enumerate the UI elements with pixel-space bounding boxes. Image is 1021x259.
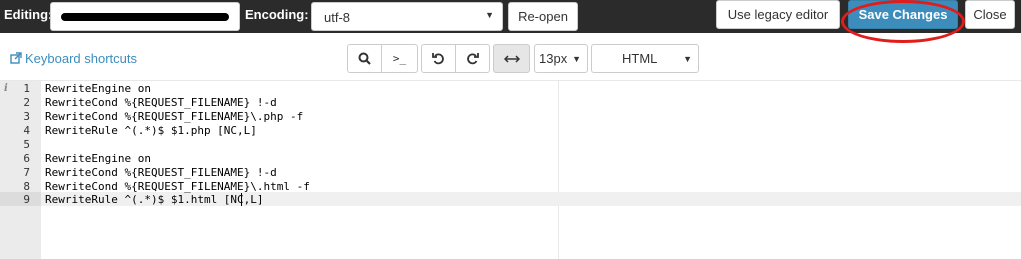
code-line[interactable]: 6 RewriteEngine on <box>0 152 1021 166</box>
undo-icon <box>432 53 444 65</box>
redacted-path-scribble <box>61 13 229 21</box>
line-number: 7 <box>23 166 30 179</box>
keyboard-shortcuts-link[interactable]: Keyboard shortcuts <box>10 51 137 66</box>
search-icon <box>358 52 371 65</box>
code-editor[interactable]: i 1 RewriteEngine on 2 RewriteCond %{REQUE… <box>0 80 1021 259</box>
keyboard-shortcuts-label: Keyboard shortcuts <box>25 51 138 66</box>
horizontal-arrows-icon <box>503 54 520 63</box>
code-line[interactable]: 8 RewriteCond %{REQUEST_FILENAME}\.html -… <box>0 180 1021 194</box>
code-line[interactable]: 1 RewriteEngine on <box>0 82 1021 96</box>
code-line[interactable]: 5 <box>0 138 1021 152</box>
external-link-icon <box>10 52 22 64</box>
line-text: RewriteEngine on <box>45 82 151 95</box>
line-text: RewriteRule ^(.*)$ $1.html [NC,L] <box>45 193 264 206</box>
code-line[interactable]: 9 RewriteRule ^(.*)$ $1.html [NC,L] <box>0 193 1021 207</box>
line-number: 3 <box>23 110 30 123</box>
code-line[interactable]: 4 RewriteRule ^(.*)$ $1.php [NC,L] <box>0 124 1021 138</box>
line-number: 1 <box>23 82 30 95</box>
chevron-down-icon: ▼ <box>683 53 692 64</box>
line-text: RewriteCond %{REQUEST_FILENAME} !-d <box>45 96 277 109</box>
chevron-down-icon: ▼ <box>485 10 494 20</box>
code-line[interactable]: 2 RewriteCond %{REQUEST_FILENAME} !-d <box>0 96 1021 110</box>
font-size-select[interactable]: 13px ▼ <box>534 44 588 73</box>
code-line[interactable]: 7 RewriteCond %{REQUEST_FILENAME} !-d <box>0 166 1021 180</box>
word-wrap-toggle[interactable] <box>493 44 530 73</box>
editing-label: Editing: <box>4 7 53 22</box>
line-text: RewriteCond %{REQUEST_FILENAME} !-d <box>45 166 277 179</box>
search-button[interactable] <box>347 44 382 73</box>
line-text: RewriteCond %{REQUEST_FILENAME}\.html -f <box>45 180 310 193</box>
encoding-value: utf-8 <box>324 10 351 25</box>
line-text: RewriteCond %{REQUEST_FILENAME}\.php -f <box>45 110 304 123</box>
encoding-select[interactable]: utf-8 ▼ <box>311 2 503 31</box>
code-line[interactable]: 3 RewriteCond %{REQUEST_FILENAME}\.php -f <box>0 110 1021 124</box>
file-path-field <box>50 2 240 31</box>
line-number: 4 <box>23 124 30 137</box>
redo-icon <box>467 53 479 65</box>
text-cursor <box>241 193 242 206</box>
line-number: 9 <box>23 193 30 206</box>
terminal-icon: >_ <box>392 52 407 65</box>
undo-button[interactable] <box>421 44 456 73</box>
line-text: RewriteEngine on <box>45 152 151 165</box>
redo-button[interactable] <box>455 44 490 73</box>
reopen-button[interactable]: Re-open <box>508 2 578 31</box>
legacy-editor-button[interactable]: Use legacy editor <box>716 0 840 29</box>
red-highlight-circle <box>841 0 965 43</box>
font-size-value: 13px <box>539 51 568 66</box>
chevron-down-icon: ▼ <box>572 53 581 64</box>
syntax-mode-select[interactable]: HTML ▼ <box>591 44 699 73</box>
goto-line-button[interactable]: >_ <box>381 44 418 73</box>
encoding-label: Encoding: <box>245 7 309 22</box>
close-button[interactable]: Close <box>965 0 1015 29</box>
syntax-mode-value: HTML <box>622 51 658 66</box>
line-number: 2 <box>23 96 30 109</box>
line-number: 6 <box>23 152 30 165</box>
line-number: 5 <box>23 138 30 151</box>
line-number: 8 <box>23 180 30 193</box>
line-text: RewriteRule ^(.*)$ $1.php [NC,L] <box>45 124 257 137</box>
